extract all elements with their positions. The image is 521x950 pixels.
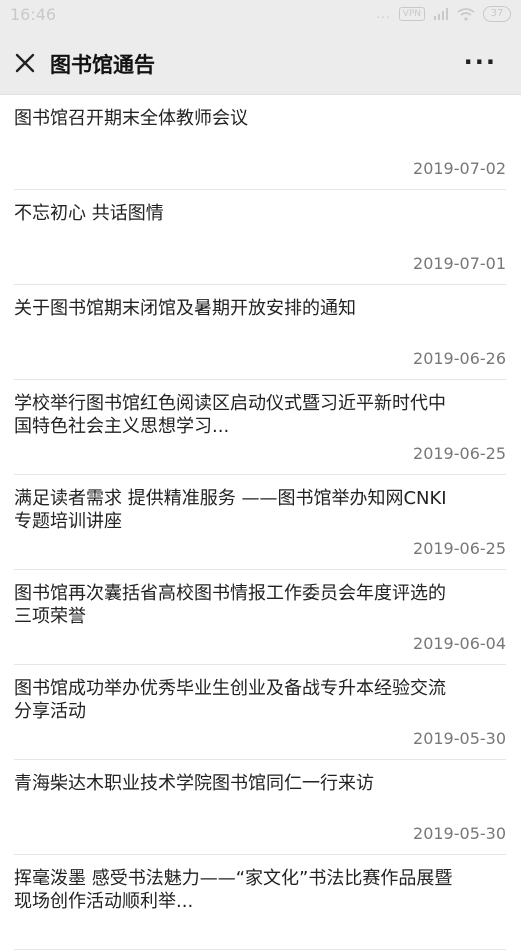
page-title: 图书馆通告 xyxy=(50,53,155,77)
list-item[interactable]: 挥毫泼墨 感受书法魅力——“家文化”书法比赛作品展暨现场创作活动顺利举... xyxy=(14,855,506,950)
close-icon[interactable] xyxy=(12,50,38,76)
notice-title: 图书馆再次囊括省高校图书情报工作委员会年度评选的三项荣誉 xyxy=(14,583,446,627)
notice-date: 2019-06-26 xyxy=(413,349,506,368)
notice-date: 2019-07-02 xyxy=(413,159,506,178)
notice-date: 2019-06-04 xyxy=(413,634,506,653)
more-options-button[interactable]: ··· xyxy=(464,50,497,74)
notice-title: 满足读者需求 提供精准服务 ——图书馆举办知网CNKI专题培训讲座 xyxy=(14,488,447,532)
notice-date: 2019-07-01 xyxy=(413,254,506,273)
list-item[interactable]: 不忘初心 共话图情 2019-07-01 xyxy=(14,190,506,285)
notice-title: 不忘初心 共话图情 xyxy=(14,203,164,224)
notice-list: 图书馆召开期末全体教师会议 2019-07-02 不忘初心 共话图情 2019-… xyxy=(0,95,521,950)
list-item[interactable]: 青海柴达木职业技术学院图书馆同仁一行来访 2019-05-30 xyxy=(14,760,506,855)
notice-date: 2019-05-30 xyxy=(413,729,506,748)
notice-title: 挥毫泼墨 感受书法魅力——“家文化”书法比赛作品展暨现场创作活动顺利举... xyxy=(14,868,453,912)
notice-date: 2019-06-25 xyxy=(413,444,506,463)
status-icons: ... VPN 37 xyxy=(376,6,511,22)
status-bar: 16:46 ... VPN 37 xyxy=(0,0,521,32)
list-item[interactable]: 关于图书馆期末闭馆及暑期开放安排的通知 2019-06-26 xyxy=(14,285,506,380)
list-item[interactable]: 图书馆再次囊括省高校图书情报工作委员会年度评选的三项荣誉 2019-06-04 xyxy=(14,570,506,665)
signal-icon xyxy=(434,8,448,20)
nav-bar: 图书馆通告 ··· xyxy=(0,32,521,95)
notice-title: 学校举行图书馆红色阅读区启动仪式暨习近平新时代中国特色社会主义思想学习... xyxy=(14,393,446,437)
vpn-icon: VPN xyxy=(398,7,425,21)
notice-title: 图书馆成功举办优秀毕业生创业及备战专升本经验交流分享活动 xyxy=(14,678,446,722)
notice-title: 青海柴达木职业技术学院图书馆同仁一行来访 xyxy=(14,773,374,794)
notification-dots: ... xyxy=(376,7,391,21)
list-item[interactable]: 学校举行图书馆红色阅读区启动仪式暨习近平新时代中国特色社会主义思想学习... 2… xyxy=(14,380,506,475)
notice-title: 图书馆召开期末全体教师会议 xyxy=(14,108,248,129)
notice-date: 2019-05-30 xyxy=(413,824,506,843)
notice-date: 2019-06-25 xyxy=(413,539,506,558)
wifi-icon xyxy=(457,7,475,21)
list-item[interactable]: 满足读者需求 提供精准服务 ——图书馆举办知网CNKI专题培训讲座 2019-0… xyxy=(14,475,506,570)
notice-title: 关于图书馆期末闭馆及暑期开放安排的通知 xyxy=(14,298,356,319)
status-time: 16:46 xyxy=(10,5,57,24)
battery-icon: 37 xyxy=(483,6,511,22)
list-item[interactable]: 图书馆召开期末全体教师会议 2019-07-02 xyxy=(14,95,506,190)
list-item[interactable]: 图书馆成功举办优秀毕业生创业及备战专升本经验交流分享活动 2019-05-30 xyxy=(14,665,506,760)
